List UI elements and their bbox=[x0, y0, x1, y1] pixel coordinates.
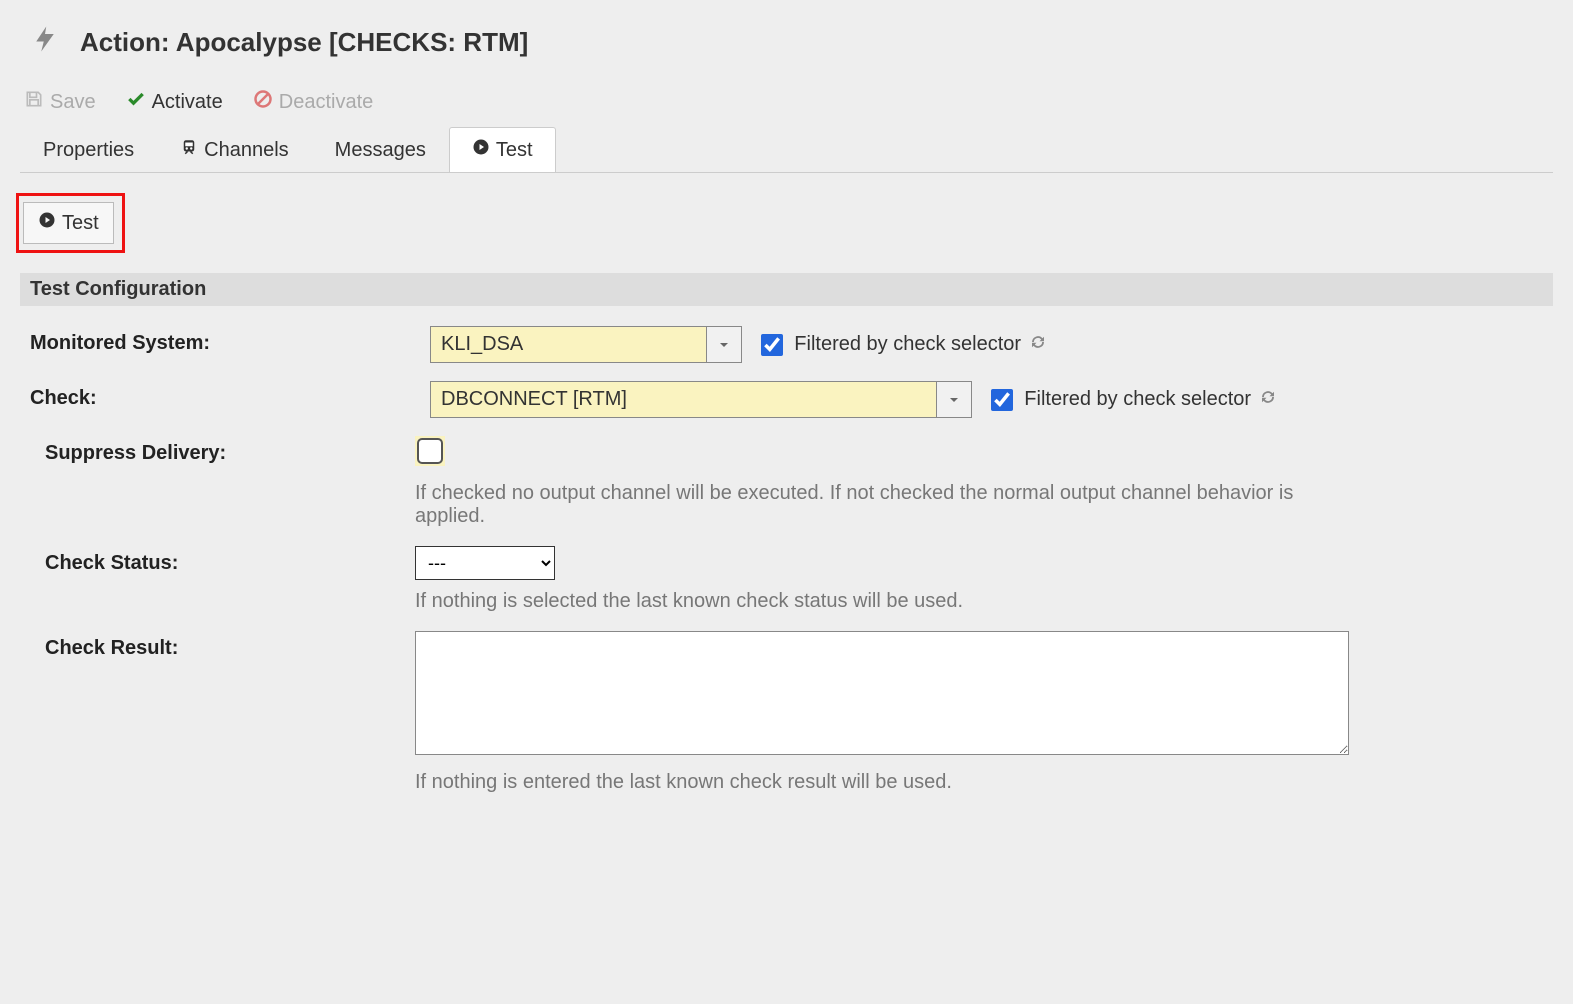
save-button[interactable]: Save bbox=[24, 89, 96, 115]
test-panel: Test Test Configuration Monitored System… bbox=[20, 173, 1553, 794]
chevron-down-icon[interactable] bbox=[936, 382, 971, 417]
monitored-system-value: KLI_DSA bbox=[431, 327, 706, 362]
deactivate-label: Deactivate bbox=[279, 91, 374, 114]
chevron-down-icon[interactable] bbox=[706, 327, 741, 362]
check-status-label: Check Status: bbox=[30, 546, 445, 575]
check-status-help: If nothing is selected the last known ch… bbox=[415, 590, 1315, 613]
bolt-icon bbox=[30, 20, 60, 64]
activate-label: Activate bbox=[152, 91, 223, 114]
suppress-label: Suppress Delivery: bbox=[30, 436, 445, 465]
row-suppress: Suppress Delivery: If checked no output … bbox=[30, 436, 1543, 528]
monitored-system-filter-checkbox[interactable] bbox=[761, 334, 783, 356]
refresh-icon[interactable] bbox=[1029, 333, 1047, 357]
tab-test[interactable]: Test bbox=[449, 127, 556, 172]
play-circle-icon bbox=[38, 211, 56, 235]
subway-icon bbox=[180, 138, 198, 162]
check-dropdown[interactable]: DBCONNECT [RTM] bbox=[430, 381, 972, 418]
check-result-help: If nothing is entered the last known che… bbox=[415, 771, 1315, 794]
test-button[interactable]: Test bbox=[23, 202, 114, 244]
deactivate-button[interactable]: Deactivate bbox=[253, 89, 374, 115]
tab-test-label: Test bbox=[496, 139, 533, 162]
check-status-select[interactable]: --- bbox=[415, 546, 555, 580]
check-filter-label: Filtered by check selector bbox=[1024, 388, 1251, 411]
row-monitored-system: Monitored System: KLI_DSA Filtered by ch… bbox=[30, 326, 1543, 363]
save-icon bbox=[24, 89, 44, 115]
play-circle-icon bbox=[472, 138, 490, 162]
check-icon bbox=[126, 89, 146, 115]
prohibit-icon bbox=[253, 89, 273, 115]
tab-properties-label: Properties bbox=[43, 139, 134, 162]
test-button-highlight: Test bbox=[16, 193, 125, 253]
tab-messages[interactable]: Messages bbox=[312, 127, 449, 172]
activate-button[interactable]: Activate bbox=[126, 89, 223, 115]
row-check-status: Check Status: --- If nothing is selected… bbox=[30, 546, 1543, 613]
check-result-label: Check Result: bbox=[30, 631, 445, 660]
action-toolbar: Save Activate Deactivate bbox=[24, 89, 1553, 115]
tab-channels[interactable]: Channels bbox=[157, 127, 312, 172]
save-label: Save bbox=[50, 91, 96, 114]
section-header: Test Configuration bbox=[20, 273, 1553, 306]
monitored-system-filter-label: Filtered by check selector bbox=[794, 333, 1021, 356]
tab-properties[interactable]: Properties bbox=[20, 127, 157, 172]
check-value: DBCONNECT [RTM] bbox=[431, 382, 936, 417]
monitored-system-dropdown[interactable]: KLI_DSA bbox=[430, 326, 742, 363]
suppress-checkbox[interactable] bbox=[417, 438, 443, 464]
page-header: Action: Apocalypse [CHECKS: RTM] bbox=[30, 20, 1553, 64]
tab-bar: Properties Channels Messages Test bbox=[20, 127, 1553, 173]
row-check: Check: DBCONNECT [RTM] Filtered by check… bbox=[30, 381, 1543, 418]
suppress-help: If checked no output channel will be exe… bbox=[415, 482, 1315, 528]
tab-channels-label: Channels bbox=[204, 139, 289, 162]
monitored-system-label: Monitored System: bbox=[30, 326, 430, 355]
tab-messages-label: Messages bbox=[335, 139, 426, 162]
check-label: Check: bbox=[30, 381, 430, 410]
check-result-textarea[interactable] bbox=[415, 631, 1349, 755]
test-button-label: Test bbox=[62, 212, 99, 235]
check-filter-checkbox[interactable] bbox=[991, 389, 1013, 411]
refresh-icon[interactable] bbox=[1259, 388, 1277, 412]
page-title: Action: Apocalypse [CHECKS: RTM] bbox=[80, 27, 528, 58]
row-check-result: Check Result: If nothing is entered the … bbox=[30, 631, 1543, 794]
